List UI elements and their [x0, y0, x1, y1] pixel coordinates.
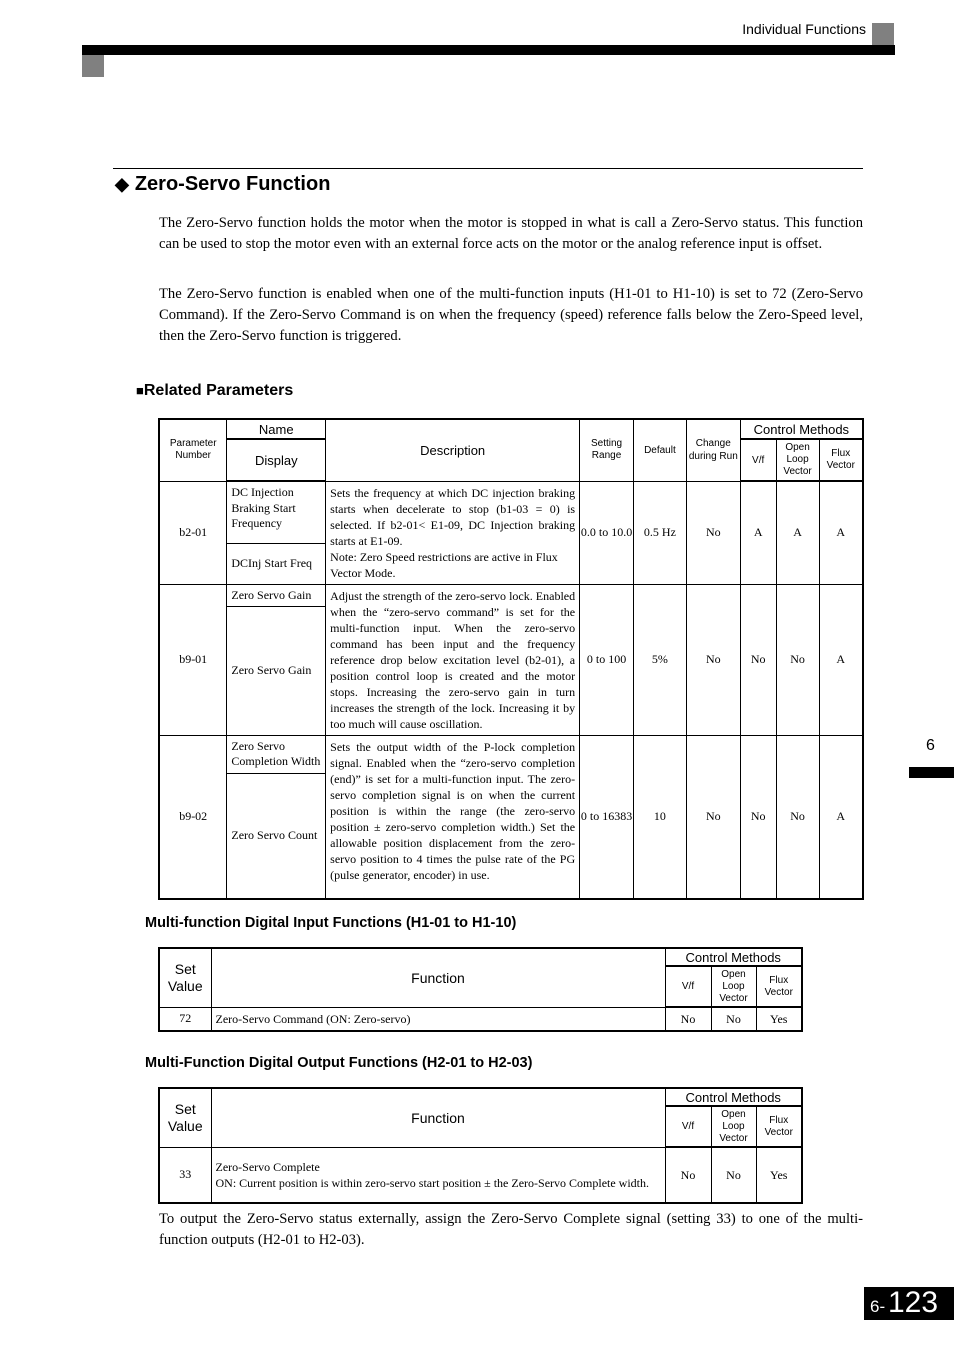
- set-value: 72: [158, 1006, 212, 1032]
- header-vf: V/f: [739, 438, 777, 482]
- diamond-icon: ◆: [115, 174, 129, 194]
- function-detail: ON: Current position is within zero-serv…: [215, 1175, 650, 1190]
- header-open-loop-vector: Open Loop Vector: [775, 438, 820, 482]
- header-section-label: Individual Functions: [742, 21, 866, 37]
- header-display: Display: [226, 438, 327, 482]
- header-control-methods: Control Methods: [739, 418, 864, 440]
- param-description-text: Sets the frequency at which DC injection…: [330, 485, 576, 548]
- param-olv: No: [775, 734, 820, 900]
- outputs-heading: Multi-Function Digital Output Functions …: [145, 1055, 533, 1071]
- set-value: 33: [158, 1146, 212, 1204]
- function-description: Zero-Servo Command (ON: Zero-servo): [210, 1006, 666, 1032]
- param-flux: A: [818, 480, 864, 585]
- header-set-value: Set Value: [158, 1087, 212, 1148]
- param-display: DCInj Start Freq: [226, 543, 327, 585]
- section-rule: [113, 168, 863, 169]
- note-label: Note:: [330, 549, 357, 564]
- olv-support: No: [710, 1006, 757, 1032]
- page-chapter: 6-: [870, 1297, 886, 1316]
- header-flux-vector: Flux Vector: [755, 965, 803, 1008]
- digital-inputs-table: Set Value Function Control Methods V/f O…: [158, 947, 803, 1032]
- flux-support: Yes: [755, 1146, 803, 1204]
- header-description: Description: [325, 418, 581, 482]
- function-title: Zero-Servo Complete: [215, 1159, 320, 1174]
- param-change-during-run: No: [685, 480, 741, 585]
- olv-support: No: [710, 1146, 757, 1204]
- param-number: b9-02: [158, 734, 228, 900]
- param-default: 0.5 Hz: [632, 480, 687, 585]
- intro-paragraph-2: The Zero-Servo function is enabled when …: [159, 286, 863, 344]
- header-name: Name: [226, 418, 327, 440]
- digital-outputs-table: Set Value Function Control Methods V/f O…: [158, 1087, 803, 1204]
- header-parameter-number: Parameter Number: [158, 418, 228, 482]
- section-title-text: Zero-Servo Function: [134, 173, 331, 195]
- header-function: Function: [210, 1087, 666, 1148]
- page-number-box: 6- 123: [864, 1286, 954, 1320]
- param-olv: A: [775, 480, 820, 585]
- param-display: Zero Servo Count: [226, 772, 327, 900]
- header-default: Default: [632, 418, 687, 482]
- param-olv: No: [775, 583, 820, 736]
- header-open-loop-vector: Open Loop Vector: [710, 965, 757, 1008]
- header-flux-vector: Flux Vector: [755, 1105, 803, 1148]
- flux-support: Yes: [755, 1006, 803, 1032]
- param-name: Zero Servo Gain: [226, 583, 327, 608]
- param-vf: No: [739, 734, 777, 900]
- param-number: b9-01: [158, 583, 228, 736]
- related-parameters-heading-text: Related Parameters: [143, 382, 294, 399]
- header-change-during-run: Change during Run: [685, 418, 741, 482]
- param-change-during-run: No: [685, 583, 741, 736]
- square-bullet-icon: ■: [136, 383, 144, 398]
- param-name: DC Injection Braking Start Frequency: [226, 480, 327, 545]
- param-flux: A: [818, 583, 864, 736]
- header-bar: [82, 45, 895, 55]
- param-vf: A: [739, 480, 777, 585]
- param-vf: No: [739, 583, 777, 736]
- closing-paragraph: To output the Zero-Servo status external…: [159, 1211, 863, 1248]
- param-change-during-run: No: [685, 734, 741, 900]
- related-parameters-table: Parameter Number Name Description Settin…: [158, 418, 864, 900]
- param-description: Adjust the strength of the zero-servo lo…: [325, 583, 581, 736]
- intro-paragraph-1: The Zero-Servo function holds the motor …: [159, 215, 863, 252]
- function-description: Zero-Servo Complete ON: Current position…: [210, 1146, 666, 1204]
- header-tab-right: [872, 23, 894, 45]
- param-name: Zero Servo Completion Width: [226, 734, 327, 774]
- related-parameters-heading: ■Related Parameters: [136, 382, 293, 400]
- param-display: Zero Servo Gain: [226, 606, 327, 736]
- param-range: 0 to 100: [579, 583, 634, 736]
- page-number: 123: [888, 1286, 939, 1319]
- header-control-methods: Control Methods: [664, 947, 803, 967]
- header-set-value: Set Value: [158, 947, 212, 1008]
- param-default: 5%: [632, 583, 687, 736]
- param-range: 0.0 to 10.0: [579, 480, 634, 585]
- header-function: Function: [210, 947, 666, 1008]
- header-open-loop-vector: Open Loop Vector: [710, 1105, 757, 1148]
- chapter-tab-bar: [909, 767, 954, 778]
- header-control-methods: Control Methods: [664, 1087, 803, 1107]
- param-default: 10: [632, 734, 687, 900]
- section-title: ◆ Zero-Servo Function: [115, 173, 330, 196]
- inputs-heading: Multi-function Digital Input Functions (…: [145, 915, 517, 931]
- header-flux-vector: Flux Vector: [818, 438, 864, 482]
- param-note: Note: Zero Speed restrictions are active…: [330, 549, 575, 581]
- chapter-tab-number: 6: [926, 737, 935, 754]
- header-setting-range: Setting Range: [579, 418, 634, 482]
- vf-support: No: [664, 1006, 712, 1032]
- param-number: b2-01: [158, 480, 228, 585]
- param-flux: A: [818, 734, 864, 900]
- param-description: Sets the frequency at which DC injection…: [325, 480, 581, 585]
- vf-support: No: [664, 1146, 712, 1204]
- param-description: Sets the output width of the P-lock comp…: [325, 734, 581, 900]
- header-vf: V/f: [664, 1105, 712, 1148]
- param-range: 0 to 16383: [579, 734, 634, 900]
- note-text: Zero Speed restrictions are active in Fl…: [330, 549, 558, 580]
- header-tab-left: [82, 55, 104, 77]
- header-vf: V/f: [664, 965, 712, 1008]
